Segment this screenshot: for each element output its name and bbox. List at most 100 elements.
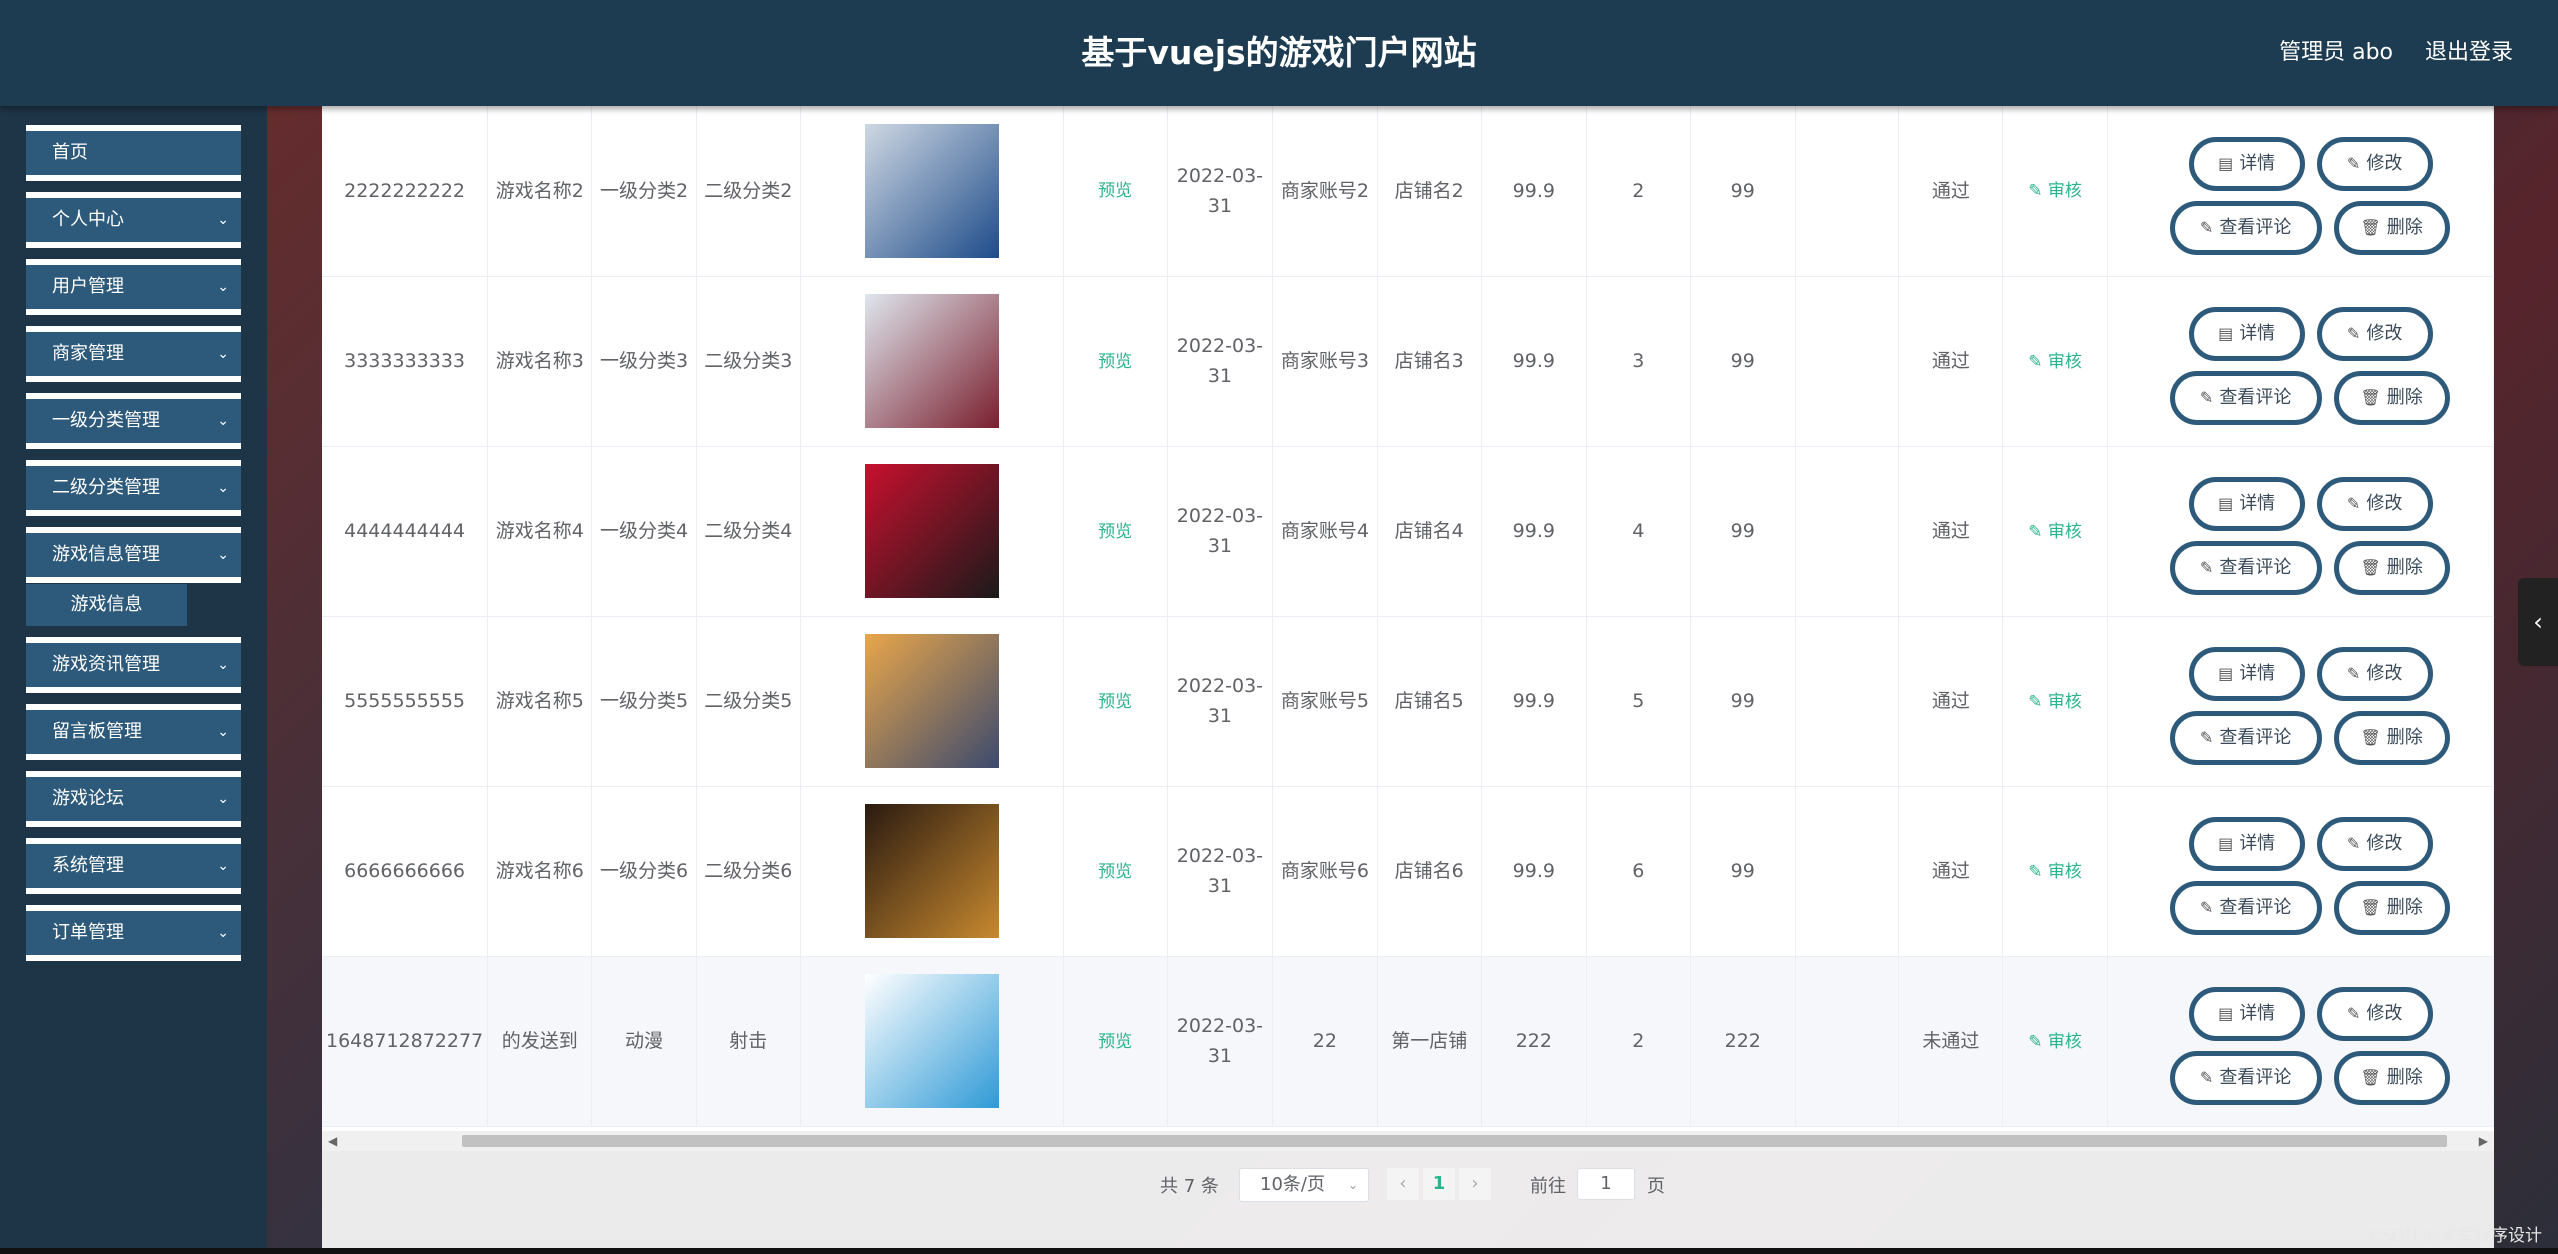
preview-link[interactable]: 预览 [1098,181,1132,201]
delete-button[interactable]: 🗑 删除 [2333,881,2450,935]
view-comments-button[interactable]: ✎ 查看评论 [2169,881,2322,935]
chevron-down-icon: ⌄ [1347,1178,1358,1192]
delete-button[interactable]: 🗑 删除 [2333,711,2450,765]
audit-link[interactable]: ✎ 审核 [2028,352,2082,372]
sidebar-item-label: 订单管理 [52,922,124,943]
cell-date: 2022-03-31 [1167,276,1274,447]
delete-button[interactable]: 🗑 删除 [2333,541,2450,595]
detail-label: 详情 [2239,493,2276,514]
view-comments-button[interactable]: ✎ 查看评论 [2169,371,2322,425]
sidebar-item-game-news-management[interactable]: 游戏资讯管理 ⌄ [26,637,241,693]
row-actions: ▤ 详情 ✎ 修改 ✎ 查看评论 🗑 删除 [2112,631,2489,771]
sidebar-item-system-management[interactable]: 系统管理 ⌄ [26,838,241,894]
trash-icon: 🗑 [2360,217,2381,237]
edit-pen-icon: ✎ [2028,521,2043,542]
preview-link[interactable]: 预览 [1098,352,1132,372]
cell-count: 2 [1586,106,1691,277]
table-row: 2222222222 游戏名称2 一级分类2 二级分类2 预览 2022-03-31 商家账… [322,106,2494,277]
view-comments-button[interactable]: ✎ 查看评论 [2169,541,2322,595]
audit-link[interactable]: ✎ 审核 [2028,522,2082,542]
detail-button[interactable]: ▤ 详情 [2188,477,2305,531]
edit-pen-icon: ✎ [2346,834,2361,853]
edit-button[interactable]: ✎ 修改 [2316,307,2433,361]
detail-button[interactable]: ▤ 详情 [2188,136,2305,191]
view-comments-button[interactable]: ✎ 查看评论 [2169,711,2322,765]
audit-label: 审核 [2047,351,2082,372]
sidebar-item-home[interactable]: 首页 [26,125,241,181]
sidebar-item-personal-center[interactable]: 个人中心 ⌄ [26,192,241,248]
detail-button[interactable]: ▤ 详情 [2188,647,2305,701]
cell-date: 2022-03-31 [1167,616,1274,787]
edit-button[interactable]: ✎ 修改 [2316,987,2433,1041]
next-page-button[interactable]: › [1459,1168,1491,1200]
cell-level1-category: 一级分类2 [591,106,697,277]
sidebar-item-user-management[interactable]: 用户管理 ⌄ [26,259,241,315]
detail-button[interactable]: ▤ 详情 [2188,817,2305,871]
row-actions: ▤ 详情 ✎ 修改 ✎ 查看评论 🗑 删除 [2112,801,2489,941]
sidebar-item-message-board[interactable]: 留言板管理 ⌄ [26,704,241,760]
cell-count2: 99 [1690,446,1796,617]
chevron-down-icon: ⌄ [217,657,229,673]
table-row: 5555555555 游戏名称5 一级分类5 二级分类5 预览 2022-03-31 商家账… [322,616,2494,787]
row-actions: ▤ 详情 ✎ 修改 ✎ 查看评论 🗑 删除 [2112,971,2489,1111]
cell-image [800,446,1064,617]
prev-page-button[interactable]: ‹ [1387,1168,1419,1200]
edit-button[interactable]: ✎ 修改 [2316,477,2433,531]
document-icon: ▤ [2218,324,2234,343]
sidebar-subitem-game-info[interactable]: 游戏信息 [26,584,187,626]
sidebar-item-game-forum[interactable]: 游戏论坛 ⌄ [26,771,241,827]
horizontal-scrollbar[interactable]: ◀ ▶ [322,1131,2494,1151]
delete-label: 删除 [2386,1067,2423,1088]
logout-link[interactable]: 退出登录 [2425,0,2513,106]
trash-icon: 🗑 [2360,1068,2381,1087]
cell-empty [1795,616,1900,787]
detail-button[interactable]: ▤ 详情 [2188,307,2305,361]
view-comments-button[interactable]: ✎ 查看评论 [2169,200,2322,255]
scroll-right-icon[interactable]: ▶ [2479,1131,2488,1151]
cell-operations: ▤ 详情 ✎ 修改 ✎ 查看评论 🗑 删除 [2107,786,2494,957]
chevron-down-icon: ⌄ [217,480,229,496]
audit-link[interactable]: ✎ 审核 [2028,862,2082,882]
cell-audit-status: 通过 [1898,616,2004,787]
site-title: 基于vuejs的游戏门户网站 [1081,33,1477,72]
cell-count: 3 [1586,276,1691,447]
view-comments-label: 查看评论 [2219,216,2292,238]
goto-page-input[interactable]: 1 [1577,1168,1635,1200]
edit-pen-icon: ✎ [2346,1004,2361,1023]
chevron-left-icon[interactable]: ‹ [2518,578,2558,666]
document-icon: ▤ [2218,834,2234,853]
preview-link[interactable]: 预览 [1098,862,1132,882]
edit-pen-icon: ✎ [2028,181,2043,202]
delete-button[interactable]: 🗑 删除 [2333,1051,2450,1105]
audit-link[interactable]: ✎ 审核 [2028,692,2082,712]
sidebar-item-game-info-management[interactable]: 游戏信息管理 ⌄ [26,527,241,583]
sidebar-item-order-management[interactable]: 订单管理 ⌄ [26,905,241,961]
page-number-button[interactable]: 1 [1423,1168,1455,1200]
cell-audit-status: 通过 [1898,786,2004,957]
cell-count2: 99 [1690,106,1796,277]
cell-operations: ▤ 详情 ✎ 修改 ✎ 查看评论 🗑 删除 [2107,106,2494,277]
sidebar-item-level2-category[interactable]: 二级分类管理 ⌄ [26,460,241,516]
audit-link[interactable]: ✎ 审核 [2028,181,2082,201]
total-count: 共 7 条 [1160,1176,1219,1197]
edit-button[interactable]: ✎ 修改 [2316,136,2433,191]
page-size-select[interactable]: 10条/页 ⌄ [1239,1168,1369,1202]
preview-link[interactable]: 预览 [1098,692,1132,712]
sidebar-item-level1-category[interactable]: 一级分类管理 ⌄ [26,393,241,449]
cell-merchant-account: 商家账号2 [1272,106,1378,277]
detail-button[interactable]: ▤ 详情 [2188,987,2305,1041]
view-comments-button[interactable]: ✎ 查看评论 [2169,1051,2322,1105]
edit-button[interactable]: ✎ 修改 [2316,817,2433,871]
edit-button[interactable]: ✎ 修改 [2316,647,2433,701]
scroll-left-icon[interactable]: ◀ [328,1131,337,1151]
preview-link[interactable]: 预览 [1098,522,1132,542]
cell-shop-name: 店铺名4 [1377,446,1482,617]
cell-price: 99.9 [1481,446,1587,617]
scrollbar-thumb[interactable] [462,1135,2447,1147]
sidebar-item-merchant-management[interactable]: 商家管理 ⌄ [26,326,241,382]
audit-link[interactable]: ✎ 审核 [2028,1032,2082,1052]
delete-button[interactable]: 🗑 删除 [2333,200,2450,255]
preview-link[interactable]: 预览 [1098,1032,1132,1052]
chevron-down-icon: ⌄ [217,212,229,228]
delete-button[interactable]: 🗑 删除 [2333,371,2450,425]
